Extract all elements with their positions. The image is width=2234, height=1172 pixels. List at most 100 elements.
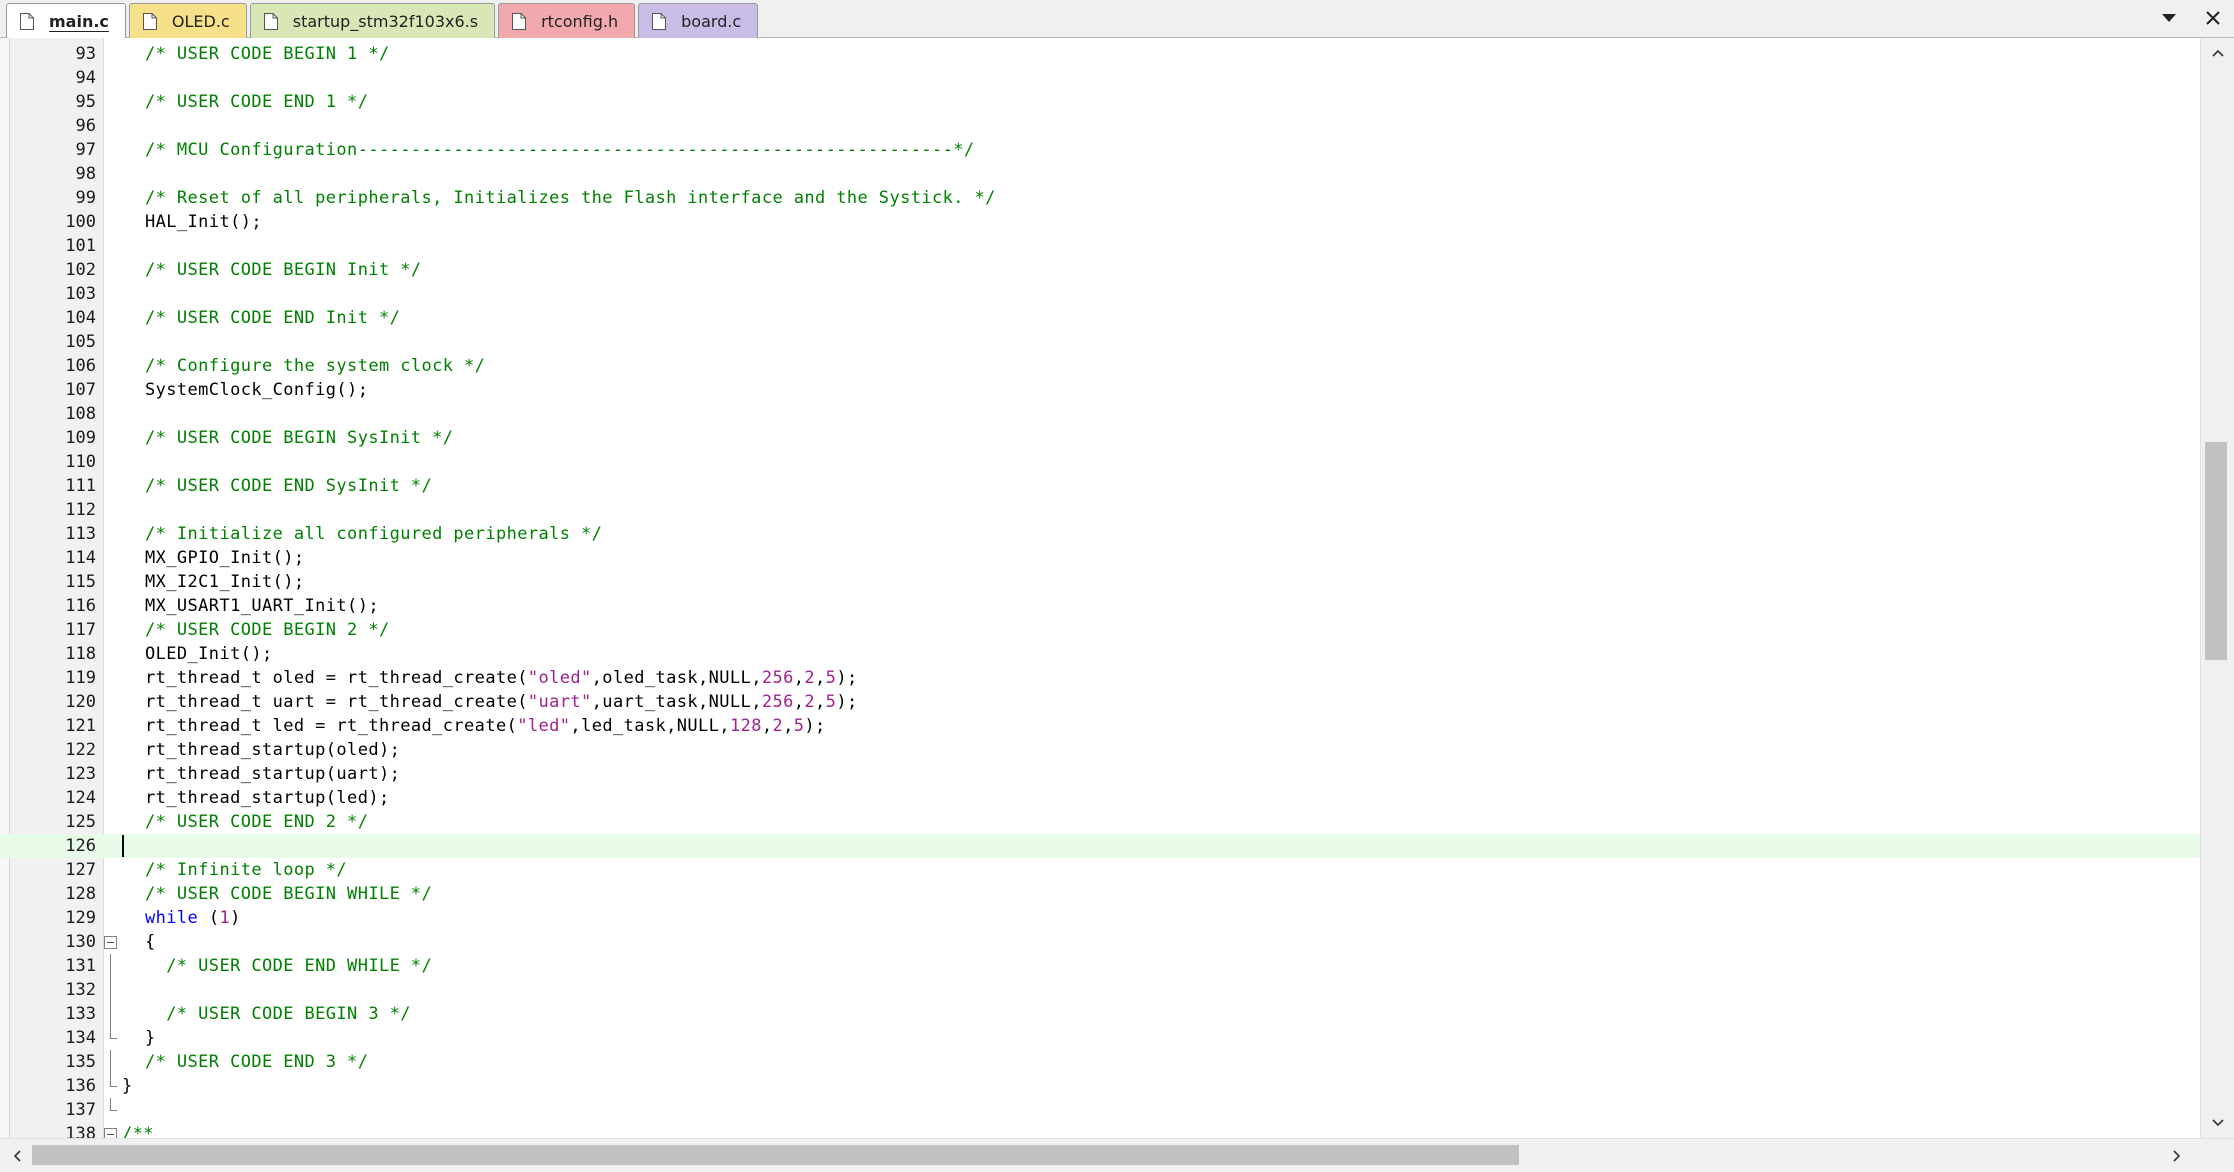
code-line[interactable]: 112 <box>0 498 2200 522</box>
line-number: 96 <box>75 116 96 136</box>
code-line[interactable]: 113 /* Initialize all configured peripher… <box>0 522 2200 546</box>
code-line[interactable]: 97 /* MCU Configuration------------------… <box>0 138 2200 162</box>
code-line[interactable]: 134} <box>0 1026 2200 1050</box>
code-line[interactable]: 105 <box>0 330 2200 354</box>
code-line[interactable]: 130 { <box>0 930 2200 954</box>
code-line[interactable]: 93 /* USER CODE BEGIN 1 */ <box>0 42 2200 66</box>
code-line[interactable]: 102 /* USER CODE BEGIN Init */ <box>0 258 2200 282</box>
code-line[interactable]: 122 rt_thread_startup(oled); <box>0 738 2200 762</box>
code-line[interactable]: 96 <box>0 114 2200 138</box>
code-text: /* USER CODE END 2 */ <box>145 810 368 834</box>
code-line[interactable]: 138 /** <box>0 1122 2200 1138</box>
editor-tabs: main.c OLED.c startup_stm32f103x6.s rtconfi… <box>6 3 761 39</box>
horizontal-scrollbar[interactable] <box>0 1138 2234 1172</box>
code-line[interactable]: 108 <box>0 402 2200 426</box>
code-line[interactable]: 124 rt_thread_startup(led); <box>0 786 2200 810</box>
code-line[interactable]: 121 rt_thread_t led = rt_thread_create("l… <box>0 714 2200 738</box>
code-token: /* USER CODE BEGIN Init */ <box>145 260 422 280</box>
code-token: , <box>793 668 805 688</box>
code-line[interactable]: 109 /* USER CODE BEGIN SysInit */ <box>0 426 2200 450</box>
line-number: 135 <box>65 1052 96 1072</box>
code-line[interactable]: 119 rt_thread_t oled = rt_thread_create("… <box>0 666 2200 690</box>
vertical-scrollbar[interactable] <box>2200 38 2234 1138</box>
fold-toggle-icon[interactable] <box>103 930 119 954</box>
code-line[interactable]: 127 /* Infinite loop */ <box>0 858 2200 882</box>
line-number: 118 <box>65 644 96 664</box>
code-line[interactable]: 118 OLED_Init(); <box>0 642 2200 666</box>
code-text: { <box>145 930 156 954</box>
code-line[interactable]: 123 rt_thread_startup(uart); <box>0 762 2200 786</box>
tab-oled-c[interactable]: OLED.c <box>128 3 247 38</box>
horizontal-scroll-thumb[interactable] <box>32 1145 1519 1165</box>
tab-main-c[interactable]: main.c <box>6 3 126 39</box>
code-text: rt_thread_startup(led); <box>145 786 390 810</box>
line-number: 97 <box>75 140 96 160</box>
code-line[interactable]: 110 <box>0 450 2200 474</box>
fold-toggle-icon[interactable] <box>103 1122 119 1138</box>
code-line[interactable]: 132 <box>0 978 2200 1002</box>
code-area[interactable]: 93 /* USER CODE BEGIN 1 */ 94 95 /* USER COD… <box>0 42 2200 1138</box>
vertical-scroll-thumb[interactable] <box>2205 442 2227 660</box>
code-line[interactable]: 94 <box>0 66 2200 90</box>
code-line[interactable]: 101 <box>0 234 2200 258</box>
tab-rtconfig-h[interactable]: rtconfig.h <box>498 3 636 38</box>
code-token: while <box>145 908 199 928</box>
code-token: /* Infinite loop */ <box>145 860 348 880</box>
line-number: 99 <box>75 188 96 208</box>
code-line[interactable]: 111 /* USER CODE END SysInit */ <box>0 474 2200 498</box>
tab-list-dropdown-icon[interactable] <box>2158 7 2180 29</box>
code-line[interactable]: 115 MX_I2C1_Init(); <box>0 570 2200 594</box>
code-token: rt_thread_startup(led); <box>145 788 390 808</box>
fold-guide <box>103 1098 119 1122</box>
scroll-down-icon[interactable] <box>2209 1114 2227 1132</box>
line-number: 106 <box>65 356 96 376</box>
code-text: /* USER CODE END 3 */ <box>145 1050 368 1074</box>
line-number: 131 <box>65 956 96 976</box>
code-line[interactable]: 125 /* USER CODE END 2 */ <box>0 810 2200 834</box>
code-line[interactable]: 95 /* USER CODE END 1 */ <box>0 90 2200 114</box>
code-text: HAL_Init(); <box>145 210 262 234</box>
code-line[interactable]: 98 <box>0 162 2200 186</box>
code-token: ,led_task,NULL, <box>570 716 730 736</box>
file-icon <box>263 12 278 30</box>
code-line[interactable]: 116 MX_USART1_UART_Init(); <box>0 594 2200 618</box>
close-tab-icon[interactable] <box>2202 7 2224 29</box>
tab-bar: main.c OLED.c startup_stm32f103x6.s rtconfi… <box>0 0 2234 39</box>
code-line[interactable]: 99 /* Reset of all peripherals, Initializ… <box>0 186 2200 210</box>
code-line[interactable]: 128 /* USER CODE BEGIN WHILE */ <box>0 882 2200 906</box>
code-line[interactable]: 103 <box>0 282 2200 306</box>
code-token: /* Configure the system clock */ <box>145 356 486 376</box>
code-line[interactable]: 104 /* USER CODE END Init */ <box>0 306 2200 330</box>
tab-board-c[interactable]: board.c <box>638 3 759 38</box>
line-number: 105 <box>65 332 96 352</box>
code-token: 1 <box>219 908 231 928</box>
code-text: rt_thread_startup(oled); <box>145 738 400 762</box>
code-line[interactable]: 136} <box>0 1074 2200 1098</box>
code-token: /* Reset of all peripherals, Initializes… <box>145 188 996 208</box>
tab-startup-stm32f103x6-s[interactable]: startup_stm32f103x6.s <box>249 3 496 38</box>
code-token: /** <box>122 1124 154 1138</box>
scroll-left-icon[interactable] <box>8 1147 26 1165</box>
scroll-up-icon[interactable] <box>2209 44 2227 62</box>
code-line[interactable]: 106 /* Configure the system clock */ <box>0 354 2200 378</box>
code-line[interactable]: 100 HAL_Init(); <box>0 210 2200 234</box>
code-line[interactable]: 107 SystemClock_Config(); <box>0 378 2200 402</box>
code-token: 128 <box>729 716 762 736</box>
code-line[interactable]: 117 /* USER CODE BEGIN 2 */ <box>0 618 2200 642</box>
code-line[interactable]: 131 /* USER CODE END WHILE */ <box>0 954 2200 978</box>
code-token: ); <box>836 668 858 688</box>
code-line[interactable]: 126 <box>0 834 2200 858</box>
code-line[interactable]: 120 rt_thread_t uart = rt_thread_create("… <box>0 690 2200 714</box>
code-line[interactable]: 135 /* USER CODE END 3 */ <box>0 1050 2200 1074</box>
code-line[interactable]: 129 while (1) <box>0 906 2200 930</box>
code-line[interactable]: 133 /* USER CODE BEGIN 3 */ <box>0 1002 2200 1026</box>
line-number: 128 <box>65 884 96 904</box>
line-number: 112 <box>65 500 96 520</box>
code-line[interactable]: 114 MX_GPIO_Init(); <box>0 546 2200 570</box>
line-number: 108 <box>65 404 96 424</box>
code-line[interactable]: 137 <box>0 1098 2200 1122</box>
scroll-right-icon[interactable] <box>2168 1147 2186 1165</box>
code-token: ) <box>230 908 241 928</box>
file-icon <box>142 12 157 30</box>
code-editor[interactable]: 93 /* USER CODE BEGIN 1 */ 94 95 /* USER COD… <box>0 38 2234 1138</box>
